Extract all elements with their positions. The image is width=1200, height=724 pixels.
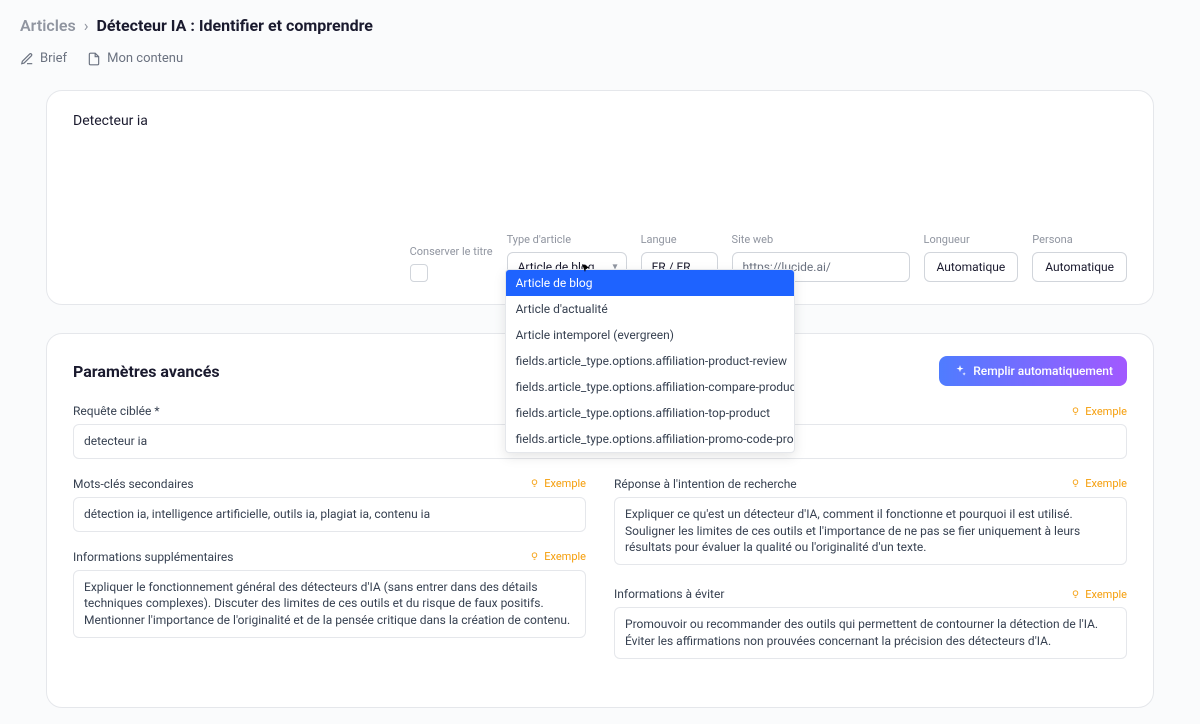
- example-link[interactable]: Exemple: [1070, 477, 1127, 490]
- avoid-field: Informations à éviter Exemple: [614, 587, 1127, 663]
- dropdown-item[interactable]: fields.article_type.options.affiliation-…: [506, 374, 794, 400]
- keywords-label: Mots-clés secondaires: [73, 477, 194, 491]
- article-title-input[interactable]: [73, 113, 1127, 129]
- keep-title-control: Conserver le titre: [410, 245, 493, 282]
- sparkle-icon: [953, 364, 967, 378]
- dropdown-item[interactable]: Article d'actualité: [506, 296, 794, 322]
- dropdown-item[interactable]: fields.article_type.options.affiliation-…: [506, 426, 794, 452]
- language-label: Langue: [641, 233, 718, 246]
- pencil-icon: [20, 52, 34, 66]
- example-link[interactable]: Exemple: [1070, 405, 1127, 418]
- extra-field: Informations supplémentaires Exemple: [73, 550, 586, 642]
- length-value: Automatique: [937, 260, 1006, 274]
- length-control: Longueur Automatique: [924, 233, 1019, 282]
- query-label: Requête ciblée *: [73, 404, 160, 418]
- keywords-field: Mots-clés secondaires Exemple: [73, 477, 586, 532]
- dropdown-item[interactable]: fields.article_type.options.affiliation-…: [506, 348, 794, 374]
- length-label: Longueur: [924, 233, 1019, 246]
- bulb-icon: [1070, 478, 1081, 489]
- dropdown-item[interactable]: Article intemporel (evergreen): [506, 322, 794, 348]
- tab-brief[interactable]: Brief: [20, 51, 67, 66]
- bulb-icon: [1070, 406, 1081, 417]
- article-type-dropdown: Article de blog Article d'actualité Arti…: [505, 269, 795, 453]
- extra-label: Informations supplémentaires: [73, 550, 233, 564]
- breadcrumb-root[interactable]: Articles: [20, 16, 76, 35]
- intent-field: Réponse à l'intention de recherche Exemp…: [614, 477, 1127, 569]
- avoid-textarea[interactable]: [614, 607, 1127, 659]
- autofill-label: Remplir automatiquement: [973, 364, 1113, 378]
- length-select[interactable]: Automatique: [924, 252, 1019, 282]
- dropdown-item[interactable]: fields.article_type.options.affiliation-…: [506, 400, 794, 426]
- dropdown-item[interactable]: Article de blog: [506, 270, 794, 296]
- keywords-input[interactable]: [73, 497, 586, 532]
- tabs: Brief Mon contenu: [20, 51, 1180, 66]
- avoid-label: Informations à éviter: [614, 587, 724, 601]
- chevron-right-icon: ›: [84, 16, 89, 35]
- intent-label: Réponse à l'intention de recherche: [614, 477, 797, 491]
- tab-content-label: Mon contenu: [107, 51, 183, 66]
- page-title: Détecteur IA : Identifier et comprendre: [97, 16, 373, 35]
- keep-title-label: Conserver le titre: [410, 245, 493, 258]
- persona-value: Automatique: [1045, 260, 1114, 274]
- keep-title-checkbox[interactable]: [410, 264, 428, 282]
- website-label: Site web: [732, 233, 910, 246]
- persona-label: Persona: [1032, 233, 1127, 246]
- breadcrumb: Articles › Détecteur IA : Identifier et …: [20, 16, 1180, 35]
- autofill-button[interactable]: Remplir automatiquement: [939, 356, 1127, 386]
- document-icon: [87, 52, 101, 66]
- example-link[interactable]: Exemple: [529, 550, 586, 563]
- tab-content[interactable]: Mon contenu: [87, 51, 183, 66]
- intent-textarea[interactable]: [614, 497, 1127, 565]
- advanced-title: Paramètres avancés: [73, 362, 220, 381]
- brief-card: Conserver le titre Type d'article Articl…: [46, 90, 1154, 305]
- article-type-control: Type d'article Article de blog ▾ Article…: [507, 233, 627, 282]
- tab-brief-label: Brief: [40, 51, 67, 66]
- bulb-icon: [1070, 589, 1081, 600]
- example-link[interactable]: Exemple: [529, 477, 586, 490]
- article-type-label: Type d'article: [507, 233, 627, 246]
- bulb-icon: [529, 478, 540, 489]
- bulb-icon: [529, 551, 540, 562]
- persona-select[interactable]: Automatique: [1032, 252, 1127, 282]
- persona-control: Persona Automatique: [1032, 233, 1127, 282]
- example-link[interactable]: Exemple: [1070, 588, 1127, 601]
